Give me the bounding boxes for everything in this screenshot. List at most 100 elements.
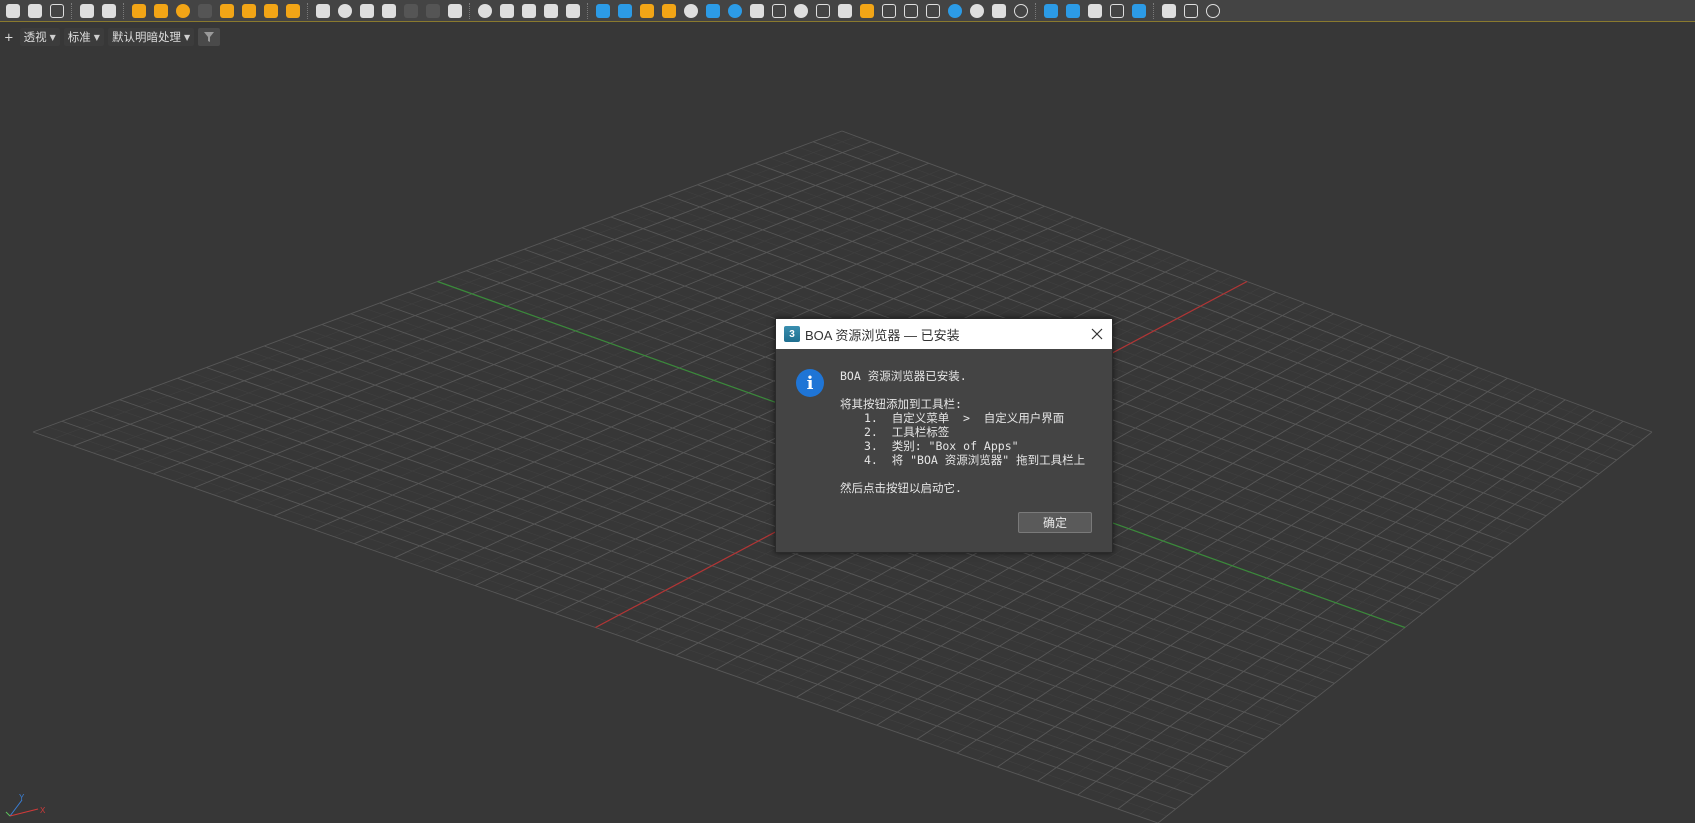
- bulb-outline-button[interactable]: [856, 1, 878, 21]
- caret-down-icon: ▼: [49, 32, 56, 42]
- texture-button[interactable]: [540, 1, 562, 21]
- grid-icon: [926, 3, 940, 18]
- viewport-view-label: 透视: [23, 30, 47, 44]
- hdri-button[interactable]: [988, 1, 1010, 21]
- dome-light-button[interactable]: [150, 1, 172, 21]
- sun-light-button[interactable]: [260, 1, 282, 21]
- toolbar-separator: [469, 2, 471, 19]
- message-line-installed: BOA 资源浏览器已安装.: [840, 369, 967, 383]
- physical-camera-button[interactable]: [614, 1, 636, 21]
- sphere-light-button[interactable]: [172, 1, 194, 21]
- ies-light-button[interactable]: [238, 1, 260, 21]
- disabled-light-button[interactable]: [194, 1, 216, 21]
- dots-a-button[interactable]: [1040, 1, 1062, 21]
- disabled-object-a-button[interactable]: [400, 1, 422, 21]
- sun-small-button[interactable]: [658, 1, 680, 21]
- document-button[interactable]: [768, 1, 790, 21]
- spot-light-button[interactable]: [216, 1, 238, 21]
- layers-icon: [750, 3, 764, 18]
- pine-tree-icon: [706, 3, 720, 18]
- vray-logo-button[interactable]: [562, 1, 584, 21]
- app-icon-label: 3: [789, 328, 795, 340]
- help-circle-button[interactable]: [1202, 1, 1224, 21]
- select-box-button[interactable]: [1106, 1, 1128, 21]
- viewport-general-menu[interactable]: +: [0, 28, 18, 46]
- globe-button[interactable]: [966, 1, 988, 21]
- settings-gear-icon: [448, 3, 462, 18]
- dialog-titlebar[interactable]: 3 BOA 资源浏览器 — 已安装: [776, 319, 1112, 349]
- ok-button[interactable]: 确定: [1018, 512, 1092, 533]
- toolbar-separator: [307, 2, 309, 19]
- app-3dsmax-icon: 3: [784, 326, 800, 342]
- filter-icon: [204, 32, 215, 42]
- moon-button[interactable]: [680, 1, 702, 21]
- dialog-message: BOA 资源浏览器已安装. 将其按钮添加到工具栏: 1. 自定义菜单 > 自定义…: [840, 369, 1105, 495]
- target-button[interactable]: [1062, 1, 1084, 21]
- viewport-filter-button[interactable]: [198, 28, 221, 46]
- terrain-button[interactable]: [378, 1, 400, 21]
- transform-button[interactable]: [1084, 1, 1106, 21]
- snap-icon: [1132, 3, 1146, 18]
- close-icon: [1091, 328, 1103, 340]
- moon-icon: [684, 3, 698, 18]
- settings-gear-button[interactable]: [444, 1, 466, 21]
- viewport-lighting-dropdown[interactable]: 默认明暗处理 ▼: [107, 28, 195, 46]
- scene-explorer-button[interactable]: [76, 1, 98, 21]
- vray-logo-icon: [566, 3, 580, 18]
- render-frame-window-button[interactable]: [46, 1, 68, 21]
- axis-x-label: X: [40, 806, 46, 815]
- light-bulb-button[interactable]: [636, 1, 658, 21]
- layers-button[interactable]: [746, 1, 768, 21]
- caret-down-icon: ▼: [93, 32, 100, 42]
- brush-button[interactable]: [834, 1, 856, 21]
- material-editor-icon: [102, 3, 116, 18]
- dialog-close-button[interactable]: [1082, 319, 1112, 349]
- multi-material-button[interactable]: [496, 1, 518, 21]
- disabled-object-a-icon: [404, 3, 418, 18]
- grid-button[interactable]: [922, 1, 944, 21]
- omni-light-icon: [132, 3, 146, 18]
- sphere-button[interactable]: [474, 1, 496, 21]
- toolbar-separator: [1035, 2, 1037, 19]
- viewport-shading-dropdown[interactable]: 标准 ▼: [63, 28, 104, 46]
- message-line-launch: 然后点击按钮以启动它.: [840, 481, 962, 495]
- material-ball-button[interactable]: [334, 1, 356, 21]
- palette-icon: [522, 3, 536, 18]
- disabled-object-b-button[interactable]: [422, 1, 444, 21]
- dialog-title: BOA 资源浏览器 — 已安装: [805, 327, 960, 343]
- frame-button[interactable]: [812, 1, 834, 21]
- camera-button[interactable]: [592, 1, 614, 21]
- snap-button[interactable]: [1128, 1, 1150, 21]
- rotate-button[interactable]: [790, 1, 812, 21]
- box-object-button[interactable]: [312, 1, 334, 21]
- viewport-label-bar: + 透视 ▼ 标准 ▼ 默认明暗处理 ▼: [0, 27, 224, 47]
- caret-down-icon: ▼: [183, 32, 191, 42]
- help-circle-icon: [1206, 3, 1220, 18]
- teapot-render-button[interactable]: [2, 1, 24, 21]
- boa-installed-dialog: 3 BOA 资源浏览器 — 已安装 i BOA 资源浏览器已安装. 将其按钮添加…: [775, 318, 1113, 553]
- help-button[interactable]: [1010, 1, 1032, 21]
- particles-button[interactable]: [356, 1, 378, 21]
- omni-light-button[interactable]: [128, 1, 150, 21]
- eye-icon: [948, 3, 962, 18]
- viewport-view-dropdown[interactable]: 透视 ▼: [19, 28, 60, 46]
- message-step: 2. 工具栏标签: [864, 425, 950, 439]
- particles-icon: [360, 3, 374, 18]
- sphere-light-icon: [176, 3, 190, 18]
- texture-icon: [544, 3, 558, 18]
- ok-button-label: 确定: [1042, 516, 1067, 530]
- material-editor-button[interactable]: [98, 1, 120, 21]
- panel-b-button[interactable]: [900, 1, 922, 21]
- notes-button[interactable]: [1180, 1, 1202, 21]
- brush-icon: [838, 3, 852, 18]
- pine-tree-button[interactable]: [702, 1, 724, 21]
- panel-b-icon: [904, 3, 918, 18]
- panel-button[interactable]: [878, 1, 900, 21]
- render-iterative-button[interactable]: [24, 1, 46, 21]
- refresh-button[interactable]: [724, 1, 746, 21]
- sun-sky-button[interactable]: [282, 1, 304, 21]
- eye-button[interactable]: [944, 1, 966, 21]
- palette-button[interactable]: [518, 1, 540, 21]
- trees-button[interactable]: [1158, 1, 1180, 21]
- viewport-lighting-label: 默认明暗处理: [111, 30, 181, 44]
